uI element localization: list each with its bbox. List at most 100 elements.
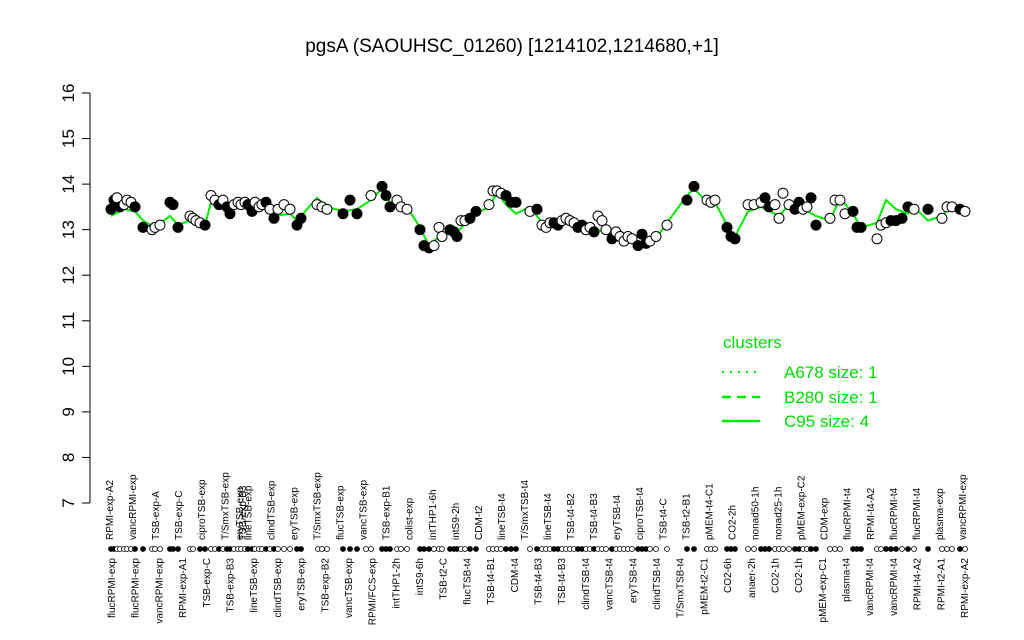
x-label-bottom: clindTSB-exp	[273, 558, 284, 618]
rug-mark	[387, 546, 393, 552]
y-tick-label: 14	[59, 175, 78, 194]
rug-mark	[858, 546, 864, 552]
x-label-bottom: vancTSB-exp	[344, 558, 355, 618]
data-point	[129, 201, 141, 213]
data-point	[801, 201, 813, 213]
x-label-bottom: pMEM-t2-C1	[699, 558, 710, 615]
x-label-bottom: flucRPMI-exp	[107, 558, 118, 618]
x-label-top: pMEM-exp-C2	[797, 475, 808, 540]
x-label-top: flucRPMI-t4	[843, 487, 854, 540]
data-point	[769, 199, 781, 211]
data-point	[959, 205, 971, 217]
y-axis: 7 8 9 10 11 12 13 14 15 16	[59, 84, 91, 508]
data-point	[773, 212, 785, 224]
legend: clusters A678 size: 1 B280 size: 1 C95 s…	[722, 333, 878, 431]
data-point	[154, 219, 166, 231]
rug-mark	[647, 546, 653, 552]
rug-mark	[911, 546, 917, 552]
chart: pgsA (SAOUHSC_01260) [1214102,1214680,+1…	[59, 36, 971, 625]
data-point	[365, 190, 377, 201]
x-label-top: T/SmxTSB-t4	[520, 480, 531, 540]
y-tick-label: 7	[59, 498, 78, 507]
rug-mark	[939, 546, 945, 552]
data-point	[351, 208, 363, 220]
x-label-top: TSB-exp-A	[151, 491, 162, 540]
rug-mark	[439, 546, 445, 552]
x-label-bottom: CO2-1h	[794, 558, 805, 593]
x-label-bottom: CDM-t4	[510, 558, 521, 593]
x-label-overlap: TSB-exp-B3	[238, 485, 249, 540]
rug-mark	[287, 546, 293, 552]
x-label-top: plasma-exp	[935, 488, 946, 540]
rug-mark	[893, 546, 899, 552]
rug-mark	[957, 546, 963, 552]
data-point	[824, 212, 836, 224]
data-point	[600, 224, 612, 236]
y-tick-label: 15	[59, 129, 78, 148]
data-point	[436, 231, 448, 242]
data-point	[451, 231, 463, 242]
data-point	[777, 187, 789, 199]
rug-mark	[340, 546, 346, 552]
y-tick-label: 10	[59, 357, 78, 376]
x-label-top: flucRPMI-t4	[912, 487, 923, 540]
x-label-top: colist-exp	[405, 497, 416, 540]
x-label-top: ciproTSB-t4	[635, 487, 646, 540]
x-label-bottom: pMEM-exp-C1	[818, 558, 829, 623]
rug-mark	[878, 546, 884, 552]
x-label-top: TSB-t4-B2	[566, 493, 577, 540]
rug-mark	[404, 546, 410, 552]
data-point	[681, 194, 693, 206]
data-point	[908, 203, 920, 215]
y-tick-label: 9	[59, 407, 78, 416]
rug-mark	[281, 546, 287, 552]
rug-mark	[508, 546, 514, 552]
data-point	[321, 203, 333, 215]
x-label-bottom: clindTSB-t4	[652, 558, 663, 610]
x-label-bottom: lineTSB-exp	[249, 558, 260, 613]
data-point	[268, 212, 280, 224]
x-label-bottom: plasma-t4	[842, 558, 853, 602]
rug-mark	[431, 546, 437, 552]
data-point	[414, 224, 426, 236]
x-label-bottom: eryTSB-exp	[297, 558, 308, 611]
rug-mark	[503, 546, 509, 552]
rug-mark	[786, 546, 792, 552]
chart-title: pgsA (SAOUHSC_01260) [1214102,1214680,+1…	[305, 36, 719, 57]
data-point	[805, 192, 817, 204]
data-point	[729, 233, 741, 245]
x-label-top: vancTSB-exp	[359, 480, 370, 540]
x-label-bottom: CO2-1h	[770, 558, 781, 593]
x-label-top: TSB-t4-B3	[589, 493, 600, 540]
data-point	[847, 205, 859, 217]
x-label-bottom: RPMI-exp-A2	[960, 558, 971, 618]
rug-mark	[883, 546, 889, 552]
rug-mark	[534, 546, 540, 552]
rug-mark	[808, 546, 814, 552]
rug-mark	[962, 546, 968, 552]
data-point	[167, 199, 179, 211]
rug-mark	[949, 546, 955, 552]
rug-mark	[780, 546, 786, 552]
data-point	[922, 203, 934, 215]
rug-mark	[157, 546, 163, 552]
y-tick-label: 12	[59, 266, 78, 285]
rug-mark	[745, 546, 751, 552]
legend-title: clusters	[723, 333, 782, 352]
rug-mark	[462, 546, 468, 552]
rug-mark	[653, 546, 659, 552]
x-label-top: flucTSB-exp	[336, 485, 347, 540]
rug-mark	[275, 546, 281, 552]
rug-mark	[368, 546, 374, 552]
x-label-bottom: CO2-6h	[723, 558, 734, 593]
data-point	[636, 228, 648, 240]
data-point	[936, 212, 948, 224]
rug-mark	[629, 546, 635, 552]
data-point	[284, 203, 296, 215]
rug-mark	[837, 546, 843, 552]
x-label-top: TSB-exp-C	[174, 491, 185, 540]
rug	[108, 546, 968, 552]
rug-mark	[664, 546, 670, 552]
x-label-top: eryTSB-t4	[612, 495, 623, 540]
y-tick-label: 16	[59, 84, 78, 103]
